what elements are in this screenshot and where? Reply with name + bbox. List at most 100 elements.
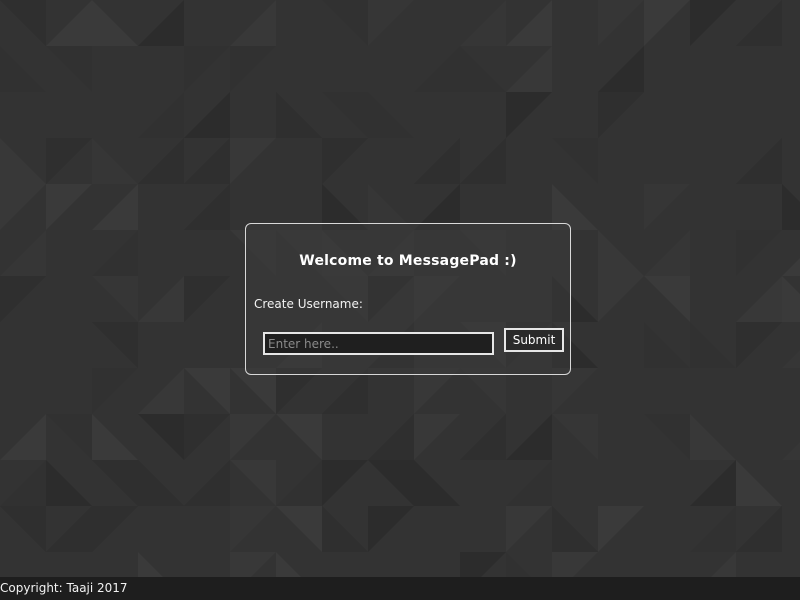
background-triangle bbox=[0, 276, 46, 322]
background-triangle bbox=[736, 460, 782, 506]
background-triangle bbox=[46, 460, 92, 506]
background-triangle bbox=[506, 460, 552, 506]
background-triangle bbox=[46, 414, 92, 460]
background-triangle bbox=[46, 184, 92, 230]
background-triangle bbox=[184, 92, 230, 138]
background-triangle bbox=[184, 414, 230, 460]
background-triangle bbox=[276, 506, 322, 552]
background-triangle bbox=[138, 460, 184, 506]
background-triangle bbox=[414, 138, 460, 184]
background-triangle bbox=[92, 322, 138, 368]
background-triangle bbox=[92, 368, 138, 414]
background-triangle bbox=[414, 460, 460, 506]
background-triangle bbox=[0, 230, 46, 276]
background-triangle bbox=[460, 46, 506, 92]
background-triangle bbox=[0, 184, 46, 230]
background-triangle bbox=[0, 46, 46, 92]
background-triangle bbox=[0, 460, 46, 506]
background-triangle bbox=[184, 138, 230, 184]
background-triangle bbox=[736, 506, 782, 552]
background-triangle bbox=[368, 460, 414, 506]
background-triangle bbox=[644, 322, 690, 368]
background-triangle bbox=[138, 138, 184, 184]
background-triangle bbox=[92, 414, 138, 460]
background-triangle bbox=[690, 506, 736, 552]
background-triangle bbox=[184, 460, 230, 506]
background-triangle bbox=[552, 138, 598, 184]
background-triangle bbox=[138, 414, 184, 460]
background-triangle bbox=[322, 0, 368, 46]
background-triangle bbox=[598, 506, 644, 552]
background-triangle bbox=[0, 0, 46, 46]
background-triangle bbox=[92, 276, 138, 322]
background-triangle bbox=[322, 138, 368, 184]
background-triangle bbox=[92, 0, 138, 46]
background-triangle bbox=[0, 138, 46, 184]
background-triangle bbox=[711, 552, 736, 577]
background-triangle bbox=[690, 414, 736, 460]
card-title: Welcome to MessagePad :) bbox=[299, 253, 517, 269]
background-triangle bbox=[690, 0, 736, 46]
username-input[interactable] bbox=[263, 332, 494, 355]
background-triangle bbox=[506, 552, 531, 577]
background-triangle bbox=[552, 506, 598, 552]
background-triangle bbox=[552, 414, 598, 460]
background-triangle bbox=[644, 0, 690, 46]
login-card: Welcome to MessagePad :) Create Username… bbox=[245, 223, 571, 375]
background-triangle bbox=[552, 552, 598, 577]
background-triangle bbox=[506, 506, 552, 552]
background-triangle bbox=[644, 414, 690, 460]
background-triangle bbox=[230, 460, 276, 506]
background-triangle bbox=[138, 276, 184, 322]
background-triangle bbox=[782, 184, 800, 230]
background-triangle bbox=[506, 414, 552, 460]
background-triangle bbox=[230, 552, 276, 577]
background-triangle bbox=[0, 506, 46, 552]
background-triangle bbox=[0, 414, 46, 460]
background-triangle bbox=[92, 184, 138, 230]
background-triangle bbox=[276, 552, 301, 577]
background-triangle bbox=[276, 92, 322, 138]
background-triangle bbox=[506, 0, 552, 46]
background-triangle bbox=[460, 552, 506, 577]
background-triangle bbox=[736, 138, 782, 184]
background-triangle bbox=[368, 92, 414, 138]
background-triangle bbox=[690, 460, 736, 506]
background-triangle bbox=[736, 322, 782, 368]
background-triangle bbox=[184, 184, 230, 230]
background-triangle bbox=[782, 442, 800, 460]
background-triangle bbox=[736, 276, 782, 322]
background-triangle bbox=[138, 92, 184, 138]
background-triangle bbox=[460, 0, 506, 46]
username-label: Create Username: bbox=[254, 297, 363, 311]
background-triangle bbox=[230, 138, 276, 184]
background-triangle bbox=[782, 276, 800, 322]
submit-button[interactable]: Submit bbox=[504, 328, 564, 352]
background-triangle bbox=[322, 460, 368, 506]
background-triangle bbox=[46, 46, 92, 92]
background-triangle bbox=[230, 506, 276, 552]
background-triangle bbox=[368, 506, 414, 552]
background-triangle bbox=[184, 276, 230, 322]
background-triangle bbox=[92, 230, 138, 276]
background-triangle bbox=[598, 0, 644, 46]
background-triangle bbox=[368, 0, 414, 46]
background-triangle bbox=[138, 368, 184, 414]
background-triangle bbox=[138, 0, 184, 46]
footer-bar: Copyright: Taaji 2017 bbox=[0, 577, 800, 600]
copyright-text: Copyright: Taaji 2017 bbox=[0, 581, 128, 595]
background-triangle bbox=[92, 138, 138, 184]
background-triangle bbox=[736, 230, 782, 276]
background-triangle bbox=[460, 414, 506, 460]
background-triangle bbox=[598, 276, 644, 322]
background-triangle bbox=[92, 506, 138, 552]
background-triangle bbox=[368, 414, 414, 460]
background-triangle bbox=[782, 258, 800, 276]
background-triangle bbox=[690, 322, 736, 368]
background-triangle bbox=[184, 46, 230, 92]
background-triangle bbox=[460, 138, 506, 184]
background-triangle bbox=[46, 506, 92, 552]
background-triangle bbox=[46, 0, 92, 46]
background-triangle bbox=[92, 460, 138, 506]
background-triangle bbox=[184, 368, 230, 414]
